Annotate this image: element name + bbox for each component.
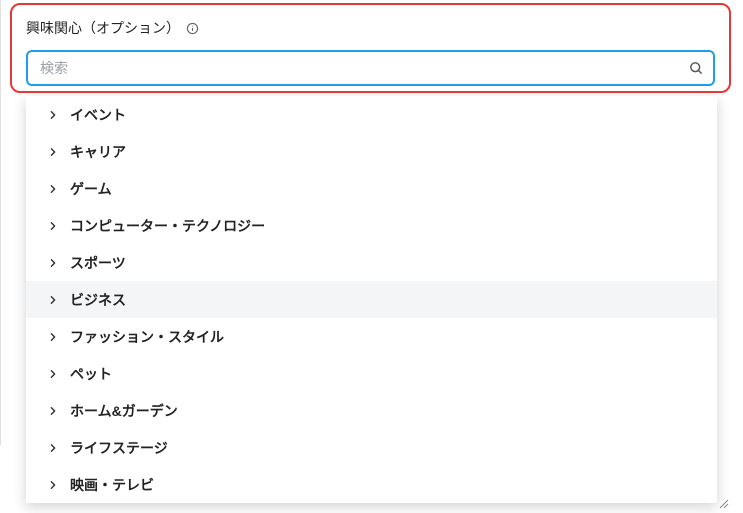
chevron-right-icon <box>48 369 58 379</box>
search-field-wrap <box>26 50 715 86</box>
list-item-label: キャリア <box>70 142 126 162</box>
list-item[interactable]: ビジネス <box>26 281 717 318</box>
chevron-right-icon <box>48 258 58 268</box>
list-item-label: コンピューター・テクノロジー <box>70 216 265 236</box>
list-item-label: 映画・テレビ <box>70 475 154 495</box>
chevron-right-icon <box>48 147 58 157</box>
chevron-right-icon <box>48 221 58 231</box>
list-item[interactable]: 映画・テレビ <box>26 466 717 503</box>
list-item-label: ライフステージ <box>70 438 168 458</box>
list-item[interactable]: キャリア <box>26 133 717 170</box>
info-icon[interactable] <box>186 22 199 35</box>
section-title: 興味関心（オプション） <box>26 18 180 38</box>
list-item[interactable]: ゲーム <box>26 170 717 207</box>
chevron-right-icon <box>48 295 58 305</box>
chevron-right-icon <box>48 332 58 342</box>
list-item[interactable]: ライフステージ <box>26 429 717 466</box>
list-item-label: ゲーム <box>70 179 112 199</box>
chevron-right-icon <box>48 443 58 453</box>
interests-section-highlight: 興味関心（オプション） <box>10 3 731 93</box>
list-item-label: イベント <box>70 105 126 125</box>
list-item-label: ファッション・スタイル <box>70 327 224 347</box>
list-item[interactable]: イベント <box>26 96 717 133</box>
chevron-right-icon <box>48 110 58 120</box>
list-item-label: スポーツ <box>70 253 126 273</box>
list-item[interactable]: コンピューター・テクノロジー <box>26 207 717 244</box>
section-header: 興味関心（オプション） <box>26 18 715 38</box>
list-item[interactable]: ペット <box>26 355 717 392</box>
list-item-label: ペット <box>70 364 112 384</box>
list-item[interactable]: スポーツ <box>26 244 717 281</box>
chevron-right-icon <box>48 184 58 194</box>
list-item[interactable]: ファッション・スタイル <box>26 318 717 355</box>
list-item-label: ビジネス <box>70 290 126 310</box>
interests-dropdown: イベントキャリアゲームコンピューター・テクノロジースポーツビジネスファッション・… <box>26 96 717 503</box>
chevron-right-icon <box>48 480 58 490</box>
search-icon[interactable] <box>687 59 705 77</box>
list-item-label: ホーム&ガーデン <box>70 401 178 421</box>
chevron-right-icon <box>48 406 58 416</box>
resize-handle-icon[interactable] <box>717 497 729 509</box>
interests-list[interactable]: イベントキャリアゲームコンピューター・テクノロジースポーツビジネスファッション・… <box>26 96 717 503</box>
list-item[interactable]: ホーム&ガーデン <box>26 392 717 429</box>
search-input[interactable] <box>26 50 715 86</box>
